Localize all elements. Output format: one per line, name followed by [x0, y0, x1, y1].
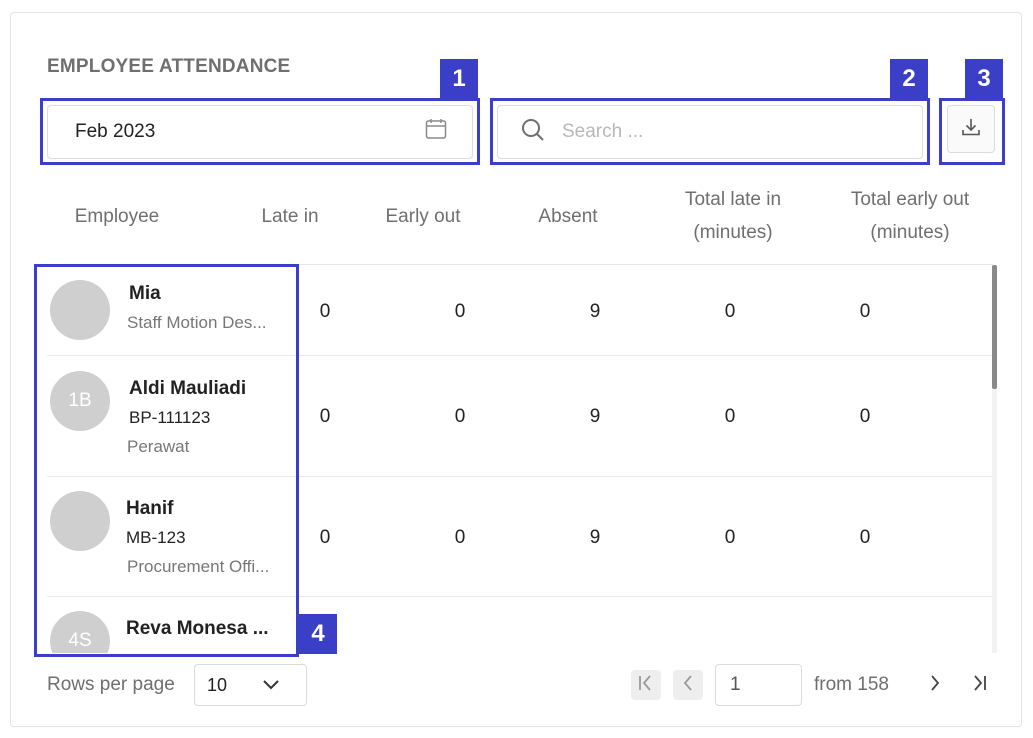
table-row[interactable]: 1B Aldi Mauliadi BP-111123 Perawat 0 0 9… — [47, 356, 993, 477]
chevron-left-icon — [678, 673, 698, 698]
table-body: Mia Staff Motion Des... 0 0 9 0 0 1B Ald… — [0, 265, 1033, 653]
table-row[interactable]: 4S Reva Monesa ... — [47, 597, 993, 653]
early-out-value: 0 — [454, 406, 466, 427]
late-in-value: 0 — [319, 301, 331, 322]
column-header-early-out: Early out — [385, 205, 461, 227]
employee-name: Mia — [129, 283, 161, 304]
employee-code: BP-111123 — [129, 408, 211, 427]
search-input[interactable] — [560, 120, 890, 144]
avatar: 4S — [50, 611, 110, 653]
employee-position: Perawat — [127, 437, 190, 456]
early-out-value: 0 — [454, 527, 466, 548]
chevron-down-icon — [262, 675, 280, 696]
total-late-in-value: 0 — [724, 406, 736, 427]
avatar: 1B — [50, 371, 110, 431]
annotation-badge-2: 2 — [890, 59, 928, 99]
column-header-total-late-in: Total late in (minutes) — [684, 189, 782, 243]
employee-name: Hanif — [126, 498, 174, 519]
first-page-icon — [636, 673, 656, 698]
annotation-badge-3: 3 — [965, 59, 1003, 99]
total-late-in-value: 0 — [724, 527, 736, 548]
annotation-badge-1: 1 — [440, 59, 478, 99]
late-in-value: 0 — [319, 527, 331, 548]
column-header-employee: Employee — [74, 205, 160, 227]
total-early-out-value: 0 — [859, 301, 871, 322]
page-total: from 158 — [814, 674, 889, 695]
last-page-icon — [969, 673, 989, 698]
rows-per-page-select[interactable]: 10 — [194, 664, 307, 706]
absent-value: 9 — [589, 301, 601, 322]
page-number-input[interactable]: 1 — [715, 664, 802, 706]
column-header-total-early-out: Total early out (minutes) — [850, 189, 970, 243]
search-box[interactable] — [497, 105, 923, 159]
last-page-button[interactable] — [964, 670, 994, 700]
chevron-right-icon — [925, 673, 945, 698]
absent-value: 9 — [589, 527, 601, 548]
next-page-button[interactable] — [920, 670, 950, 700]
rows-per-page-label: Rows per page — [47, 674, 175, 695]
late-in-value: 0 — [319, 406, 331, 427]
previous-page-button[interactable] — [673, 670, 703, 700]
table-header: Employee Late in Early out Absent Total … — [0, 180, 1033, 264]
rows-per-page-value: 10 — [207, 674, 228, 695]
employee-name: Reva Monesa ... — [126, 618, 269, 639]
calendar-icon[interactable] — [424, 117, 448, 147]
column-header-late-in: Late in — [261, 205, 319, 227]
page-title: EMPLOYEE ATTENDANCE — [47, 56, 291, 77]
table-row[interactable]: Mia Staff Motion Des... 0 0 9 0 0 — [47, 265, 993, 356]
early-out-value: 0 — [454, 301, 466, 322]
search-icon — [520, 117, 546, 148]
total-early-out-value: 0 — [859, 527, 871, 548]
employee-code: MB-123 — [126, 528, 186, 547]
download-icon — [960, 116, 982, 143]
total-early-out-value: 0 — [859, 406, 871, 427]
month-picker[interactable]: Feb 2023 — [47, 105, 473, 159]
employee-name: Aldi Mauliadi — [129, 378, 247, 399]
month-picker-value: Feb 2023 — [75, 121, 156, 142]
employee-position: Procurement Offi... — [127, 557, 270, 576]
first-page-button[interactable] — [631, 670, 661, 700]
employee-position: Staff Motion Des... — [127, 313, 267, 332]
avatar — [50, 280, 110, 340]
download-button[interactable] — [947, 105, 995, 153]
table-row[interactable]: Hanif MB-123 Procurement Offi... 0 0 9 0… — [47, 477, 993, 597]
total-late-in-value: 0 — [724, 301, 736, 322]
avatar — [50, 491, 110, 551]
annotation-badge-4: 4 — [299, 614, 337, 654]
column-header-absent: Absent — [538, 205, 598, 227]
scrollbar-thumb[interactable] — [992, 265, 997, 389]
absent-value: 9 — [589, 406, 601, 427]
